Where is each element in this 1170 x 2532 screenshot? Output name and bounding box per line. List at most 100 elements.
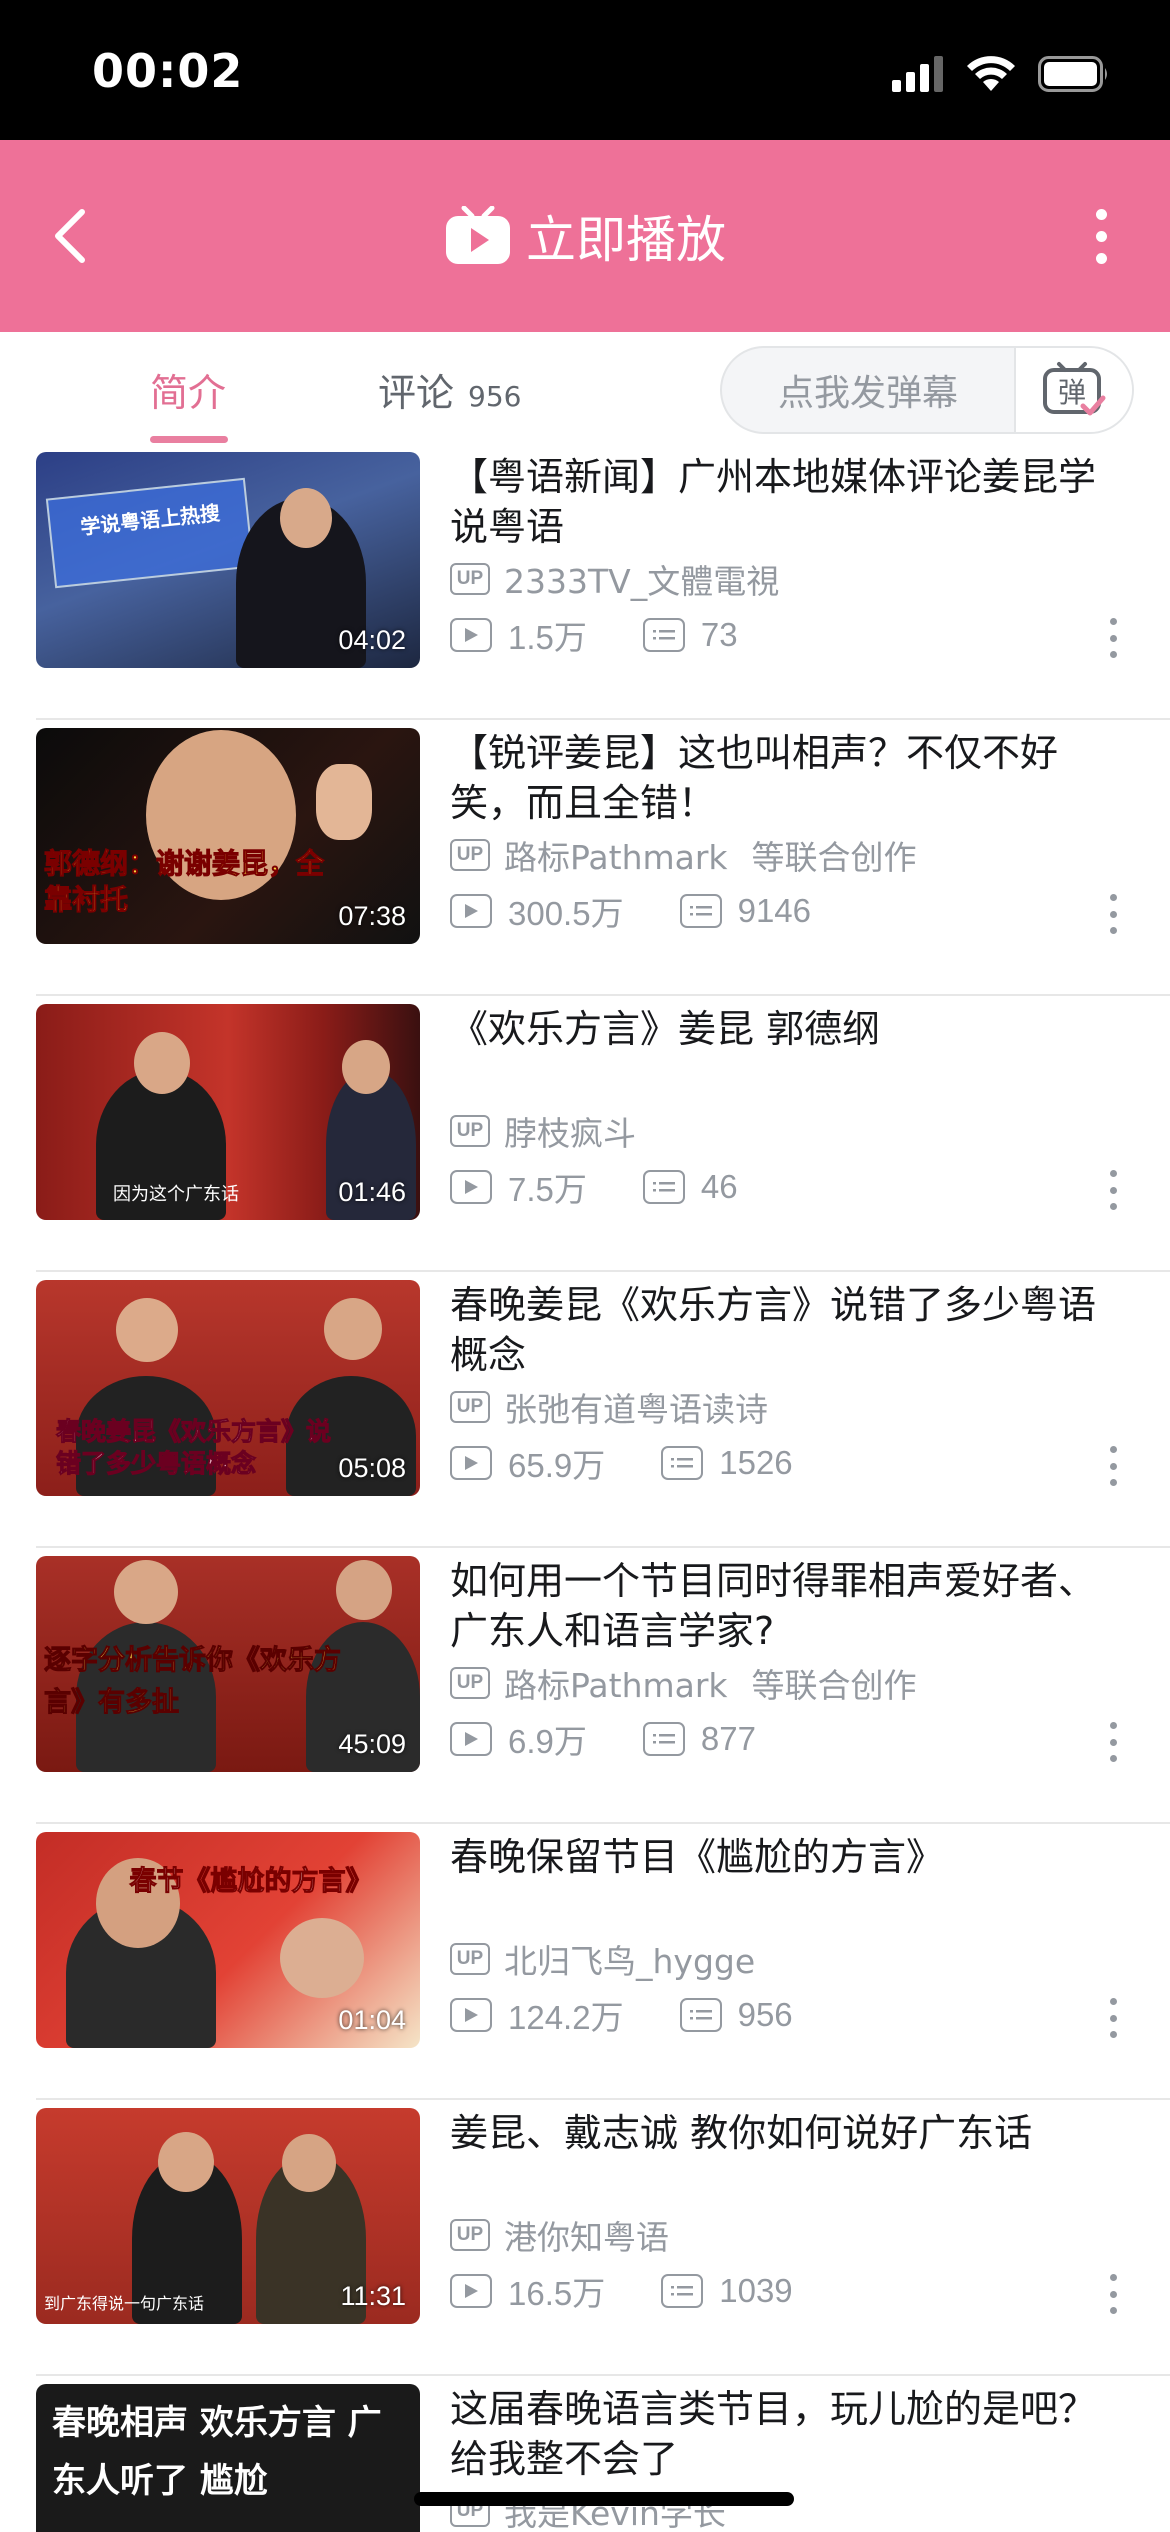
up-badge-icon: UP (450, 1115, 490, 1147)
thumbnail-caption: 到广东得说一句广东话 (44, 2294, 205, 2313)
video-duration: 04:02 (338, 625, 406, 655)
nav-bar: 立即播放 (0, 140, 1170, 332)
battery-icon (1038, 56, 1107, 92)
video-title[interactable]: 如何用一个节目同时得罪相声爱好者、广东人和语言学家? (450, 1556, 1130, 1656)
danmaku-count-icon (642, 618, 685, 652)
item-more-button[interactable] (1106, 2274, 1120, 2314)
video-title[interactable]: 【锐评姜昆】这也叫相声？不仅不好笑，而且全错！ (450, 728, 1130, 828)
view-count: 16.5万 (508, 2275, 606, 2312)
danmaku-input[interactable]: 点我发弹幕 (722, 348, 1014, 432)
tab-comments-count: 956 (468, 380, 522, 413)
uploader-name: 张弛有道粤语读诗 (504, 1390, 768, 1429)
video-item[interactable]: 春节《尴尬的方言》 01:04 春晚保留节目《尴尬的方言》 UP 北归飞鸟_hy… (0, 1824, 1170, 2100)
thumbnail-face (114, 1560, 178, 1624)
more-options-button[interactable] (1076, 196, 1126, 276)
uploader-name: 脖枝疯斗 (504, 1114, 636, 1153)
tab-intro[interactable]: 简介 (150, 362, 226, 417)
video-title[interactable]: 春晚保留节目《尴尬的方言》 (450, 1832, 1130, 1882)
video-thumbnail[interactable]: 学说粤语上热搜 04:02 (36, 452, 420, 668)
danmaku-count: 73 (700, 616, 738, 653)
cellular-signal-icon (892, 56, 943, 92)
danmaku-count: 877 (700, 1720, 756, 1757)
play-now-button[interactable]: 立即播放 (0, 196, 1170, 276)
page-title: 立即播放 (526, 211, 726, 269)
video-uploader: UP 路标Pathmark 等联合创作 (450, 832, 917, 878)
uploader-name: 2333TV_文體電視 (504, 562, 780, 601)
danmaku-count-icon (661, 2274, 704, 2308)
thumbnail-caption: 因为这个广东话 (113, 1184, 239, 1205)
up-badge-icon: UP (450, 563, 490, 595)
up-badge-icon: UP (450, 1391, 490, 1423)
video-stats: 124.2万 956 (450, 1992, 793, 2038)
video-thumbnail[interactable]: 到广东得说一句广东话 11:31 (36, 2108, 420, 2324)
danmaku-count-icon (661, 1446, 704, 1480)
danmaku-count: 1526 (719, 1444, 793, 1481)
video-item[interactable]: 学说粤语上热搜 04:02 【粤语新闻】广州本地媒体评论姜昆学说粤语 UP 23… (0, 444, 1170, 720)
video-thumbnail[interactable]: 春晚相声 欢乐方言 广东人听了 尴尬 (36, 2384, 420, 2532)
thumbnail-face (158, 2132, 214, 2192)
related-video-list: 学说粤语上热搜 04:02 【粤语新闻】广州本地媒体评论姜昆学说粤语 UP 23… (0, 444, 1170, 2532)
danmaku-count: 9146 (737, 892, 812, 929)
video-duration: 01:46 (338, 1177, 406, 1207)
play-count-icon (450, 1446, 492, 1480)
thumbnail-face (134, 1032, 190, 1094)
video-thumbnail[interactable]: 因为这个广东话 01:46 (36, 1004, 420, 1220)
video-stats: 6.9万 877 (450, 1716, 756, 1762)
video-title[interactable]: 春晚姜昆《欢乐方言》说错了多少粤语概念 (450, 1280, 1130, 1380)
tv-play-icon (446, 206, 510, 264)
video-thumbnail[interactable]: 春节《尴尬的方言》 01:04 (36, 1832, 420, 2048)
co-creation-label: 等联合创作 (751, 838, 917, 877)
danmaku-count-icon (642, 1170, 685, 1204)
danmaku-toggle-icon: 弹 (1043, 362, 1106, 416)
video-stats: 1.5万 73 (450, 612, 738, 658)
play-count-icon (450, 2274, 492, 2308)
thumbnail-face (342, 1040, 390, 1094)
video-item[interactable]: 郭德纲：谢谢姜昆，全靠衬托 07:38 【锐评姜昆】这也叫相声？不仅不好笑，而且… (0, 720, 1170, 996)
thumbnail-caption: 春节《尴尬的方言》 (129, 1866, 373, 1898)
status-bar: 00:02 (0, 0, 1170, 140)
view-count: 65.9万 (508, 1447, 606, 1484)
item-more-button[interactable] (1106, 1722, 1120, 1762)
danmaku-count-icon (642, 1722, 685, 1756)
item-more-button[interactable] (1106, 894, 1120, 934)
uploader-name: 路标Pathmark (504, 838, 728, 877)
video-uploader: UP 路标Pathmark 等联合创作 (450, 1660, 917, 1706)
video-title[interactable]: 《欢乐方言》姜昆 郭德纲 (450, 1004, 1130, 1054)
video-title[interactable]: 姜昆、戴志诚 教你如何说好广东话 (450, 2108, 1130, 2158)
item-more-button[interactable] (1106, 618, 1120, 658)
video-item[interactable]: 逐字分析告诉你《欢乐方言》有多扯 45:09 如何用一个节目同时得罪相声爱好者、… (0, 1548, 1170, 1824)
video-thumbnail[interactable]: 郭德纲：谢谢姜昆，全靠衬托 07:38 (36, 728, 420, 944)
more-dot-icon (1095, 252, 1107, 264)
view-count: 300.5万 (508, 895, 624, 932)
item-more-button[interactable] (1106, 1998, 1120, 2038)
video-item[interactable]: 因为这个广东话 01:46 《欢乐方言》姜昆 郭德纲 UP 脖枝疯斗 7.5万 … (0, 996, 1170, 1272)
more-dot-icon (1095, 230, 1107, 242)
view-count: 7.5万 (508, 1171, 587, 1208)
thumbnail-face (336, 1560, 392, 1620)
play-count-icon (450, 618, 492, 652)
video-title[interactable]: 【粤语新闻】广州本地媒体评论姜昆学说粤语 (450, 452, 1130, 552)
video-item[interactable]: 到广东得说一句广东话 11:31 姜昆、戴志诚 教你如何说好广东话 UP 港你知… (0, 2100, 1170, 2376)
tab-comments[interactable]: 评论 956 (378, 362, 521, 417)
home-indicator[interactable] (414, 2492, 794, 2506)
video-stats: 65.9万 1526 (450, 1440, 793, 1486)
item-more-button[interactable] (1106, 1170, 1120, 1210)
video-item[interactable]: 春晚相声 欢乐方言 广东人听了 尴尬 这届春晚语言类节目，玩儿尬的是吧？给我整不… (0, 2376, 1170, 2532)
view-count: 1.5万 (508, 619, 587, 656)
up-badge-icon: UP (450, 2219, 490, 2251)
video-thumbnail[interactable]: 春晚姜昆《欢乐方言》说错了多少粤语概念 05:08 (36, 1280, 420, 1496)
video-thumbnail[interactable]: 逐字分析告诉你《欢乐方言》有多扯 45:09 (36, 1556, 420, 1772)
thumbnail-hand (316, 764, 372, 840)
video-title[interactable]: 这届春晚语言类节目，玩儿尬的是吧？给我整不会了 (450, 2384, 1130, 2484)
video-item[interactable]: 春晚姜昆《欢乐方言》说错了多少粤语概念 05:08 春晚姜昆《欢乐方言》说错了多… (0, 1272, 1170, 1548)
video-uploader: UP 脖枝疯斗 (450, 1108, 636, 1154)
danmaku-count: 956 (737, 1996, 793, 2033)
danmaku-count: 46 (700, 1168, 738, 1205)
video-uploader: UP 北归飞鸟_hygge (450, 1936, 755, 1982)
play-count-icon (450, 1170, 492, 1204)
thumbnail-face (280, 1918, 364, 1998)
video-duration: 11:31 (340, 2281, 406, 2311)
thumbnail-face (324, 1298, 382, 1360)
item-more-button[interactable] (1106, 1446, 1120, 1486)
danmaku-toggle-button[interactable]: 弹 (1014, 348, 1132, 432)
